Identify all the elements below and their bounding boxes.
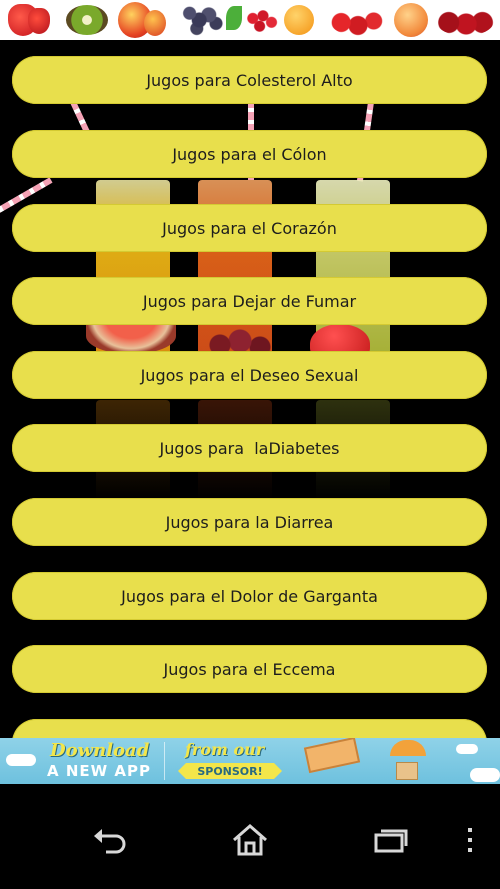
currants-icon [246, 8, 280, 34]
apple-icon [144, 10, 166, 36]
cherries-icon [436, 6, 494, 36]
menu-item-eccema[interactable]: Jugos para el Eccema [12, 645, 487, 693]
cloud-decoration [470, 768, 500, 782]
ad-sponsor-ribbon: SPONSOR! [178, 763, 282, 779]
peach-icon [394, 3, 428, 37]
recent-apps-icon[interactable] [370, 822, 410, 858]
leaf-icon [226, 6, 242, 30]
strawberry-icon [28, 8, 50, 34]
menu-item-diarrea[interactable]: Jugos para la Diarrea [12, 498, 487, 546]
gift-box-icon [303, 738, 361, 774]
cloud-decoration [6, 754, 36, 766]
back-icon[interactable] [90, 822, 130, 858]
grapes-icon [180, 3, 228, 37]
box-icon [396, 762, 418, 780]
ad-new-app-text: A NEW APP [47, 762, 151, 780]
menu-item-colesterol-alto[interactable]: Jugos para Colesterol Alto [12, 56, 487, 104]
menu-item-dejar-de-fumar[interactable]: Jugos para Dejar de Fumar [12, 277, 487, 325]
ad-banner[interactable]: Download A NEW APP from our SPONSOR! [0, 738, 500, 784]
menu-item-partial[interactable] [12, 719, 487, 738]
menu-item-dolor-de-garganta[interactable]: Jugos para el Dolor de Garganta [12, 572, 487, 620]
overflow-menu-icon[interactable] [452, 822, 488, 858]
menu-item-corazon[interactable]: Jugos para el Corazón [12, 204, 487, 252]
cherries-icon [330, 6, 386, 36]
ad-download-text: Download [50, 740, 150, 761]
menu-item-deseo-sexual[interactable]: Jugos para el Deseo Sexual [12, 351, 487, 399]
orange-icon [284, 5, 314, 35]
ad-from-our-text: from our [185, 740, 265, 759]
kiwi-icon [66, 5, 108, 35]
parachute-box-icon [390, 740, 426, 756]
navigation-bar [0, 784, 500, 889]
juice-menu-list[interactable]: Jugos para Colesterol Alto Jugos para el… [0, 40, 500, 738]
ad-divider [164, 742, 165, 780]
menu-item-colon[interactable]: Jugos para el Cólon [12, 130, 487, 178]
cloud-decoration [456, 744, 478, 754]
home-icon[interactable] [230, 822, 270, 858]
menu-item-diabetes[interactable]: Jugos para laDiabetes [12, 424, 487, 472]
fruit-banner [0, 0, 500, 40]
